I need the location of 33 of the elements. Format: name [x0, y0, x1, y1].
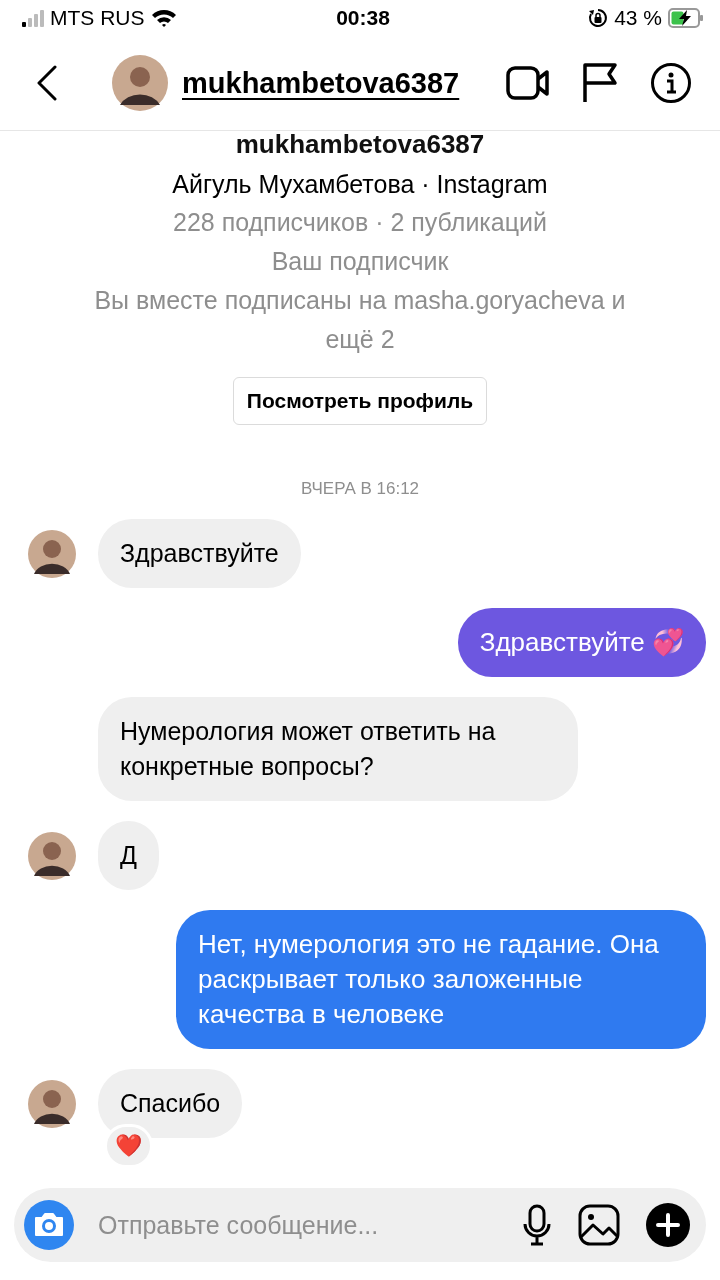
plus-icon[interactable] — [646, 1203, 690, 1247]
profile-stats: 228 подписчиков · 2 публикаций — [173, 207, 547, 238]
profile-username: mukhambetova6387 — [235, 131, 485, 155]
info-icon[interactable] — [650, 62, 692, 104]
wifi-icon — [150, 8, 177, 28]
message-bubble: Д — [98, 821, 159, 890]
message-bubble: Нет, нумерология это не гадание. Она раскрывает только заложенные качества в человеке — [176, 910, 706, 1049]
battery-percent: 43 % — [614, 6, 662, 30]
clock-time: 00:38 — [336, 6, 390, 30]
camera-icon[interactable] — [24, 1200, 74, 1250]
sender-avatar[interactable] — [28, 832, 76, 880]
flag-icon[interactable] — [582, 62, 618, 104]
message-bubble: Здравствуйте 💞 — [457, 608, 706, 677]
avatar[interactable] — [112, 55, 168, 111]
follower-status: Ваш подписчик — [271, 246, 449, 277]
video-call-icon[interactable] — [506, 65, 550, 101]
back-icon[interactable] — [36, 65, 58, 101]
carrier-name: MTS RUS — [50, 6, 145, 30]
microphone-icon[interactable] — [522, 1204, 552, 1246]
gallery-icon[interactable] — [578, 1204, 620, 1246]
sender-avatar[interactable] — [28, 530, 76, 578]
message-bubble: Нумерология может ответить на конкретные вопросы? — [98, 697, 578, 801]
message-bubble: Здравствуйте — [98, 519, 301, 588]
full-name: Айгуль Мухамбетова · Instagram — [172, 169, 548, 200]
timestamp: ВЧЕРА В 16:12 — [299, 479, 421, 499]
signal-icon — [22, 9, 44, 27]
rotation-lock-icon — [588, 8, 609, 28]
username-link[interactable]: mukhambetova6387 — [182, 66, 492, 100]
battery-charging-icon — [668, 8, 704, 28]
view-profile-button[interactable]: Посмотреть профиль — [232, 377, 488, 425]
message-input[interactable]: Отправьте сообщение... — [14, 1188, 706, 1262]
sender-avatar[interactable] — [28, 1080, 76, 1128]
mutual-followers: Вы вместе подписаны на masha.goryacheva и ещё 2 — [93, 285, 627, 355]
